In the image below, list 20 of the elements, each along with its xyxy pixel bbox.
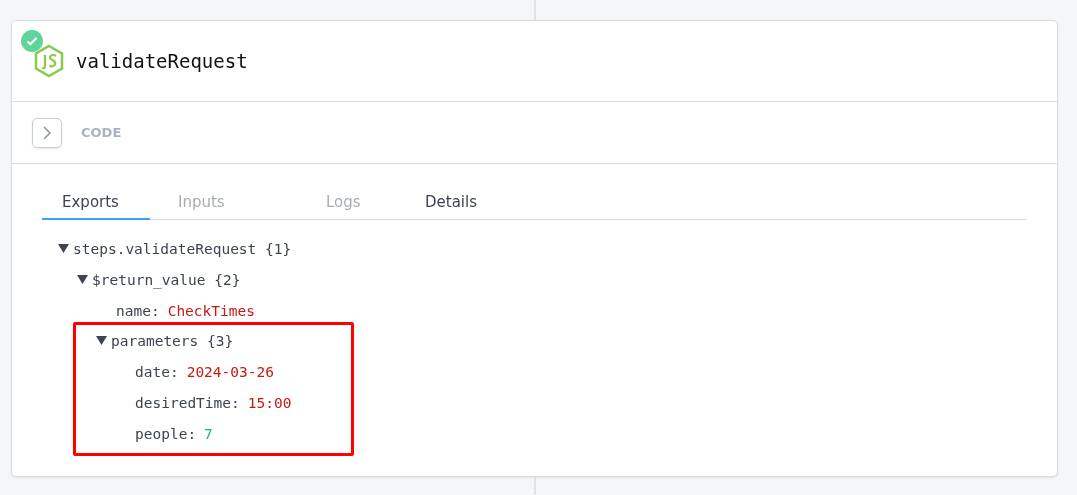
tab[interactable]: Exports — [42, 190, 150, 220]
chevron-icon — [42, 124, 52, 141]
tree-node-label: steps.validateRequest {1} — [73, 240, 292, 257]
tree-node-label: $return_value {2} — [92, 271, 241, 288]
section-label: CODE — [81, 125, 122, 140]
property-value: 2024-03-26 — [186, 363, 274, 380]
property-key: desiredTime: — [135, 394, 240, 411]
hexagon-js-icon — [32, 44, 66, 78]
tab[interactable]: Details — [395, 190, 515, 220]
tree-node-label: parameters {3} — [111, 332, 234, 349]
property-key: date: — [135, 363, 179, 380]
property-key: people: — [135, 425, 197, 442]
property-value: CheckTimes — [167, 302, 255, 319]
property-value: 15:00 — [247, 394, 292, 411]
caret-icon[interactable] — [77, 275, 88, 284]
property-key: name: — [116, 302, 160, 319]
caret-icon[interactable] — [96, 336, 107, 345]
step-title: validateRequest — [76, 50, 248, 72]
property-value: 7 — [204, 425, 213, 442]
caret-icon[interactable] — [58, 244, 69, 253]
